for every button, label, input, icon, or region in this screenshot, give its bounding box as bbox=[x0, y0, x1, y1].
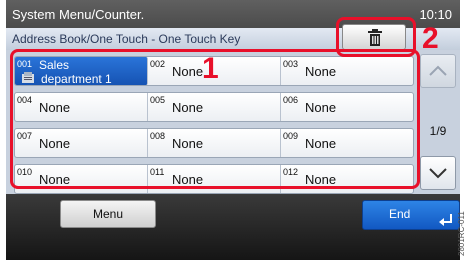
enter-arrow-icon bbox=[439, 214, 452, 226]
callout-number-2: 2 bbox=[422, 22, 439, 55]
menu-title: System Menu/Counter. bbox=[12, 7, 145, 22]
scroll-up-button[interactable] bbox=[420, 54, 456, 88]
scroll-down-button[interactable] bbox=[420, 156, 456, 190]
page-indicator: 1/9 bbox=[429, 124, 447, 138]
end-button[interactable]: End bbox=[362, 200, 460, 230]
callout-number-1: 1 bbox=[202, 52, 219, 85]
menu-button[interactable]: Menu bbox=[60, 200, 156, 228]
footer-bar: Menu End bbox=[6, 194, 460, 260]
end-button-label: End bbox=[389, 207, 411, 221]
side-reference-text: 2801RC-011 bbox=[457, 211, 466, 256]
callout-box-delete bbox=[336, 17, 416, 57]
chevron-up-icon bbox=[429, 65, 447, 76]
clock: 10:10 bbox=[419, 7, 452, 22]
chevron-down-icon bbox=[429, 168, 447, 179]
screen-title: Address Book/One Touch - One Touch Key bbox=[12, 32, 241, 46]
side-reference-code: 2801RC-011 bbox=[457, 196, 469, 256]
